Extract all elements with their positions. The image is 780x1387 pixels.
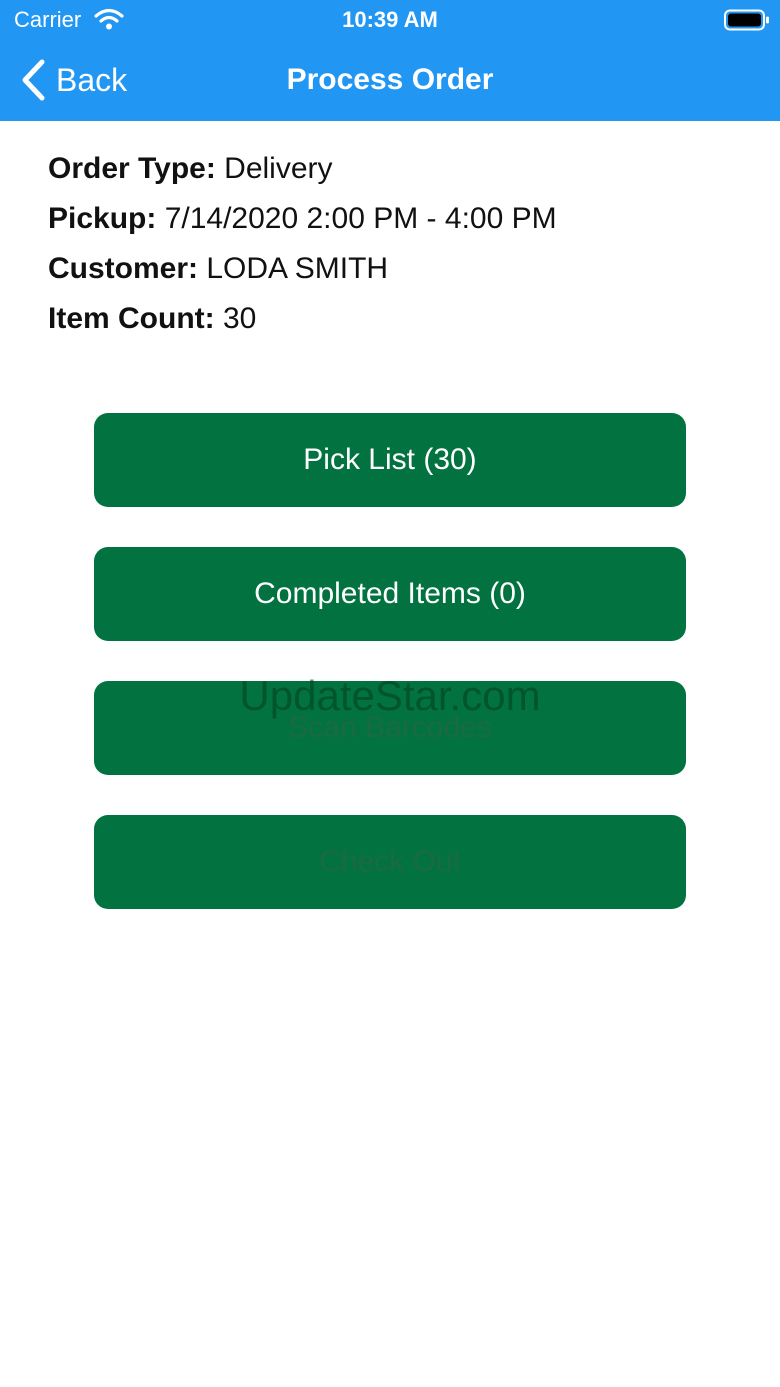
battery-icon [724, 9, 769, 31]
item-count-value: 30 [222, 302, 257, 335]
order-type-label: Order Type: [48, 152, 216, 185]
scan-barcodes-button[interactable]: Scan Barcodes [94, 681, 686, 775]
page-title: Process Order [286, 63, 494, 96]
item-count-row: Item Count: 30 [48, 294, 748, 344]
order-type-row: Order Type: Delivery [48, 144, 748, 194]
customer-label: Customer: [48, 252, 199, 285]
pickup-label: Pickup: [48, 202, 157, 235]
app-header: Carrier 10:39 AM Back Process Order [0, 0, 780, 121]
pickup-row: Pickup: 7/14/2020 2:00 PM - 4:00 PM [48, 194, 748, 244]
order-details: Order Type: Delivery Pickup: 7/14/2020 2… [48, 144, 748, 344]
pickup-value: 7/14/2020 2:00 PM - 4:00 PM [164, 202, 557, 235]
order-type-value: Delivery [224, 152, 333, 185]
item-count-label: Item Count: [48, 302, 215, 335]
customer-row: Customer: LODA SMITH [48, 244, 748, 294]
check-out-button[interactable]: Check Out [94, 815, 686, 909]
status-time: 10:39 AM [342, 7, 438, 32]
customer-value: LODA SMITH [206, 252, 389, 285]
status-bar: Carrier 10:39 AM [0, 0, 780, 40]
completed-items-button[interactable]: Completed Items (0) [94, 547, 686, 641]
navigation-bar: Back Process Order [0, 40, 780, 121]
pick-list-button[interactable]: Pick List (30) [94, 413, 686, 507]
